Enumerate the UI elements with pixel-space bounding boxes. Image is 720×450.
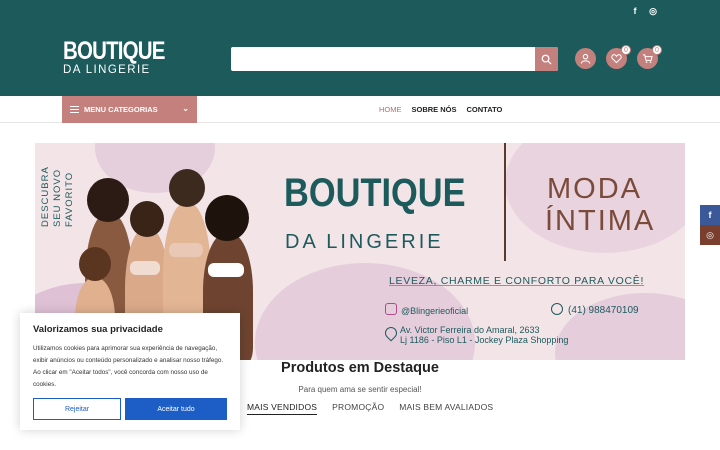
wishlist-button[interactable]: 0 — [606, 45, 631, 69]
side-instagram-button[interactable]: ◎ — [700, 225, 720, 245]
wishlist-count-badge: 0 — [621, 45, 631, 55]
search-icon — [541, 54, 552, 65]
cookie-text: Utilizamos cookies para aprimorar sua ex… — [33, 345, 224, 388]
tab-mais-bem-avaliados[interactable]: MAIS BEM AVALIADOS — [399, 402, 493, 415]
banner-vertical-line-1: DESCUBRA — [40, 166, 51, 227]
banner-address-line1: Av. Victor Ferreira do Amaral, 2633 — [400, 325, 540, 335]
cookie-title: Valorizamos sua privacidade — [33, 324, 163, 335]
heart-icon — [611, 54, 622, 64]
hamburger-icon — [70, 104, 79, 115]
banner-moda-line1: MODA — [547, 173, 642, 205]
banner-address-line2: Lj 1186 - Piso L1 - Jockey Plaza Shoppin… — [400, 335, 569, 345]
logo-line2: DA LINGERIE — [63, 64, 151, 76]
banner-vertical-line-2: SEU NOVO — [52, 168, 63, 227]
banner-tagline: LEVEZA, CHARME E CONFORTO PARA VOCÊ! — [389, 275, 645, 287]
cookie-buttons: Rejeitar Aceitar tudo — [33, 398, 227, 420]
nav-links: HOME SOBRE NÓS CONTATO — [379, 96, 502, 123]
topbar-social: f ◎ — [630, 6, 658, 17]
account-button[interactable] — [575, 48, 596, 69]
nav-link-sobre-nos[interactable]: SOBRE NÓS — [412, 105, 457, 114]
banner-vertical-line-3: FAVORITO — [64, 171, 75, 227]
banner-whatsapp: (41) 988470109 — [568, 305, 639, 316]
banner-brand-subtitle: DA LINGERIE — [285, 231, 444, 253]
banner-divider — [504, 143, 506, 261]
cookie-consent-dialog: Valorizamos sua privacidade Utilizamos c… — [20, 313, 240, 430]
banner-moda-line2: ÍNTIMA — [545, 205, 656, 237]
facebook-icon[interactable]: f — [630, 6, 640, 17]
banner-instagram: @Blingerieoficial — [401, 306, 469, 316]
instagram-icon — [385, 303, 397, 315]
accept-cookies-button[interactable]: Aceitar tudo — [125, 398, 227, 420]
search-button[interactable] — [535, 47, 558, 71]
instagram-icon[interactable]: ◎ — [648, 6, 658, 17]
user-icon — [580, 53, 591, 64]
menu-categories-button[interactable]: MENU CATEGORIAS ⌄ — [62, 96, 197, 123]
cart-count-badge: 0 — [652, 45, 662, 55]
cart-button[interactable]: 0 — [637, 45, 662, 69]
tab-mais-vendidos[interactable]: MAIS VENDIDOS — [247, 402, 318, 415]
tab-promocao[interactable]: PROMOÇÃO — [332, 402, 384, 415]
cart-icon — [642, 54, 653, 63]
site-logo[interactable]: BOUTIQUE DA LINGERIE — [63, 37, 165, 76]
nav-link-contato[interactable]: CONTATO — [467, 105, 503, 114]
product-tabs: MAIS VENDIDOS PROMOÇÃO MAIS BEM AVALIADO… — [247, 402, 493, 415]
logo-line1: BOUTIQUE — [63, 37, 165, 65]
main-nav: MENU CATEGORIAS ⌄ HOME SOBRE NÓS CONTATO — [0, 96, 720, 123]
menu-categories-label: MENU CATEGORIAS — [84, 105, 158, 114]
side-facebook-button[interactable]: f — [700, 205, 720, 225]
reject-cookies-button[interactable]: Rejeitar — [33, 398, 121, 420]
banner-blob — [555, 293, 685, 360]
nav-link-home[interactable]: HOME — [379, 105, 402, 114]
banner-brand-title: BOUTIQUE — [284, 171, 466, 215]
whatsapp-icon — [551, 303, 563, 315]
site-header: f ◎ BOUTIQUE DA LINGERIE 0 0 — [0, 0, 720, 96]
chevron-down-icon: ⌄ — [182, 104, 189, 113]
search-input[interactable] — [231, 47, 558, 71]
